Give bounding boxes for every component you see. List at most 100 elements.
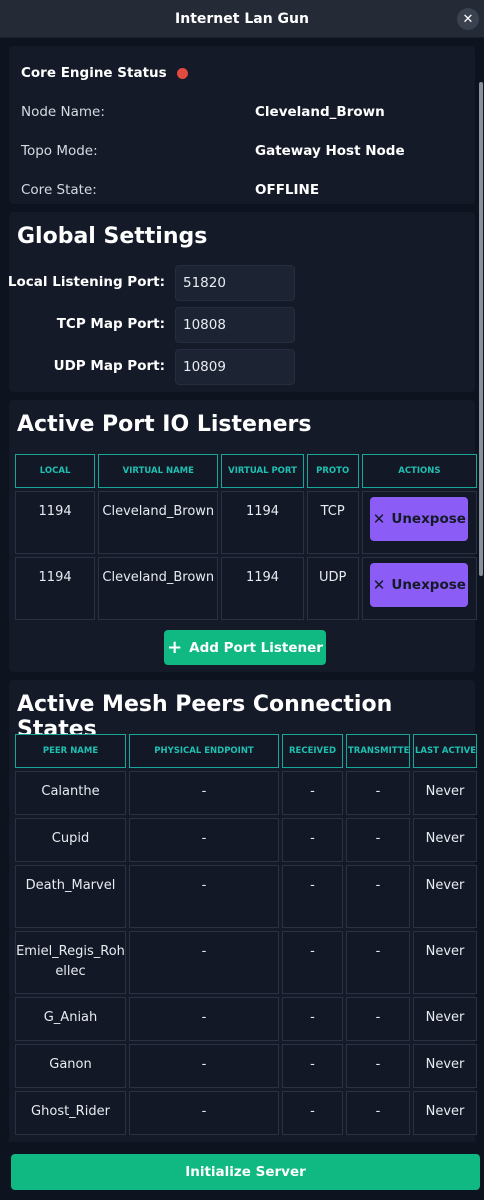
tcp-port-input[interactable] (175, 307, 295, 343)
peer-name: G_Aniah (15, 997, 126, 1041)
unexpose-button[interactable]: ✕ Unexpose (370, 497, 469, 541)
unexpose-button[interactable]: ✕ Unexpose (370, 563, 469, 607)
table-row: G_Aniah - - - Never (15, 997, 477, 1041)
peer-received: - (282, 997, 343, 1041)
local-port-label: Local Listening Port: (7, 274, 165, 290)
peers-header-row: PEER NAME PHYSICAL ENDPOINT RECEIVED TRA… (15, 734, 477, 768)
peer-name: Ghost_Rider (15, 1091, 126, 1135)
window-title: Internet Lan Gun (175, 10, 309, 27)
peer-last-active: Never (413, 771, 477, 815)
table-row: Calanthe - - - Never (15, 771, 477, 815)
listener-actions: ✕ Unexpose (361, 557, 477, 620)
listener-local: 1194 (15, 491, 96, 554)
listener-proto: TCP (306, 491, 359, 554)
table-row: Ghost_Rider - - - Never (15, 1091, 477, 1135)
title-bar: Internet Lan Gun ✕ (0, 0, 484, 38)
peer-endpoint: - (129, 865, 279, 928)
listeners-table: LOCAL VIRTUAL NAME VIRTUAL PORT PROTO AC… (12, 451, 480, 623)
peer-received: - (282, 1044, 343, 1088)
initialize-server-label: Initialize Server (185, 1164, 306, 1180)
global-settings-panel: Global Settings Local Listening Port: TC… (8, 212, 475, 392)
col-last-active: LAST ACTIVE (413, 734, 477, 768)
peer-received: - (282, 771, 343, 815)
peer-name: Emiel_Regis_Rohellec (15, 931, 126, 994)
status-indicator-icon (176, 67, 188, 79)
peer-transmitted: - (346, 1044, 410, 1088)
main-content: Core Engine Status Node Name: Cleveland_… (0, 38, 484, 1142)
col-actions: ACTIONS (361, 454, 477, 488)
table-row: Cupid - - - Never (15, 818, 477, 862)
listener-local: 1194 (15, 557, 96, 620)
peer-endpoint: - (129, 771, 279, 815)
peer-name: Ganon (15, 1044, 126, 1088)
peer-transmitted: - (346, 1091, 410, 1135)
peer-last-active: Never (413, 1044, 477, 1088)
initialize-server-button[interactable]: Initialize Server (11, 1154, 480, 1190)
local-port-input[interactable] (175, 265, 295, 301)
peer-transmitted: - (346, 818, 410, 862)
table-row: Ganon - - - Never (15, 1044, 477, 1088)
peer-received: - (282, 931, 343, 994)
col-received: RECEIVED (282, 734, 343, 768)
core-status-heading: Core Engine Status (21, 65, 188, 81)
peer-transmitted: - (346, 931, 410, 994)
peer-name: Death_Marvel (15, 865, 126, 928)
topo-mode-value: Gateway Host Node (255, 143, 405, 159)
peer-name: Cupid (15, 818, 126, 862)
close-icon: ✕ (462, 11, 474, 27)
peer-endpoint: - (129, 931, 279, 994)
listener-actions: ✕ Unexpose (361, 491, 477, 554)
peer-last-active: Never (413, 818, 477, 862)
peer-received: - (282, 818, 343, 862)
core-state-label: Core State: (21, 182, 97, 198)
peer-name: Calanthe (15, 771, 126, 815)
plus-icon: + (167, 637, 183, 658)
mesh-peers-panel: Active Mesh Peers Connection States PEER… (9, 680, 477, 1142)
add-port-listener-button[interactable]: + Add Port Listener (164, 630, 326, 665)
peer-endpoint: - (129, 1044, 279, 1088)
scrollbar[interactable] (479, 82, 483, 576)
peers-table: PEER NAME PHYSICAL ENDPOINT RECEIVED TRA… (12, 731, 480, 1138)
peer-endpoint: - (129, 997, 279, 1041)
global-settings-title: Global Settings (17, 224, 208, 249)
col-proto: PROTO (306, 454, 359, 488)
udp-port-label: UDP Map Port: (53, 358, 165, 374)
table-row: Death_Marvel - - - Never (15, 865, 477, 928)
close-icon: ✕ (372, 510, 386, 528)
peer-transmitted: - (346, 771, 410, 815)
core-status-title: Core Engine Status (21, 65, 167, 81)
peer-endpoint: - (129, 818, 279, 862)
core-state-value: OFFLINE (255, 182, 320, 198)
core-status-panel: Core Engine Status Node Name: Cleveland_… (9, 46, 475, 204)
peer-last-active: Never (413, 865, 477, 928)
peer-received: - (282, 865, 343, 928)
unexpose-label: Unexpose (391, 577, 466, 593)
add-port-listener-label: Add Port Listener (189, 639, 323, 656)
col-transmitted: TRANSMITTED (346, 734, 410, 768)
col-virtual-port: VIRTUAL PORT (221, 454, 304, 488)
table-row: Emiel_Regis_Rohellec - - - Never (15, 931, 477, 994)
peer-last-active: Never (413, 997, 477, 1041)
tcp-port-label: TCP Map Port: (56, 316, 165, 332)
unexpose-label: Unexpose (391, 511, 466, 527)
col-physical-endpoint: PHYSICAL ENDPOINT (129, 734, 279, 768)
node-name-label: Node Name: (21, 104, 105, 120)
udp-port-input[interactable] (175, 349, 295, 385)
port-listeners-panel: Active Port IO Listeners LOCAL VIRTUAL N… (9, 400, 477, 672)
peer-last-active: Never (413, 1091, 477, 1135)
table-row: 1194 Cleveland_Brown 1194 UDP ✕ Unexpose (15, 557, 477, 620)
close-icon: ✕ (372, 576, 386, 594)
listener-proto: UDP (306, 557, 359, 620)
table-row: 1194 Cleveland_Brown 1194 TCP ✕ Unexpose (15, 491, 477, 554)
peer-transmitted: - (346, 865, 410, 928)
listeners-header-row: LOCAL VIRTUAL NAME VIRTUAL PORT PROTO AC… (15, 454, 477, 488)
listener-virtual-name: Cleveland_Brown (98, 557, 219, 620)
port-listeners-title: Active Port IO Listeners (17, 412, 312, 437)
peer-endpoint: - (129, 1091, 279, 1135)
peer-transmitted: - (346, 997, 410, 1041)
topo-mode-label: Topo Mode: (21, 143, 98, 159)
listener-virtual-name: Cleveland_Brown (98, 491, 219, 554)
col-virtual-name: VIRTUAL NAME (98, 454, 219, 488)
close-button[interactable]: ✕ (457, 8, 479, 30)
col-local: LOCAL (15, 454, 96, 488)
